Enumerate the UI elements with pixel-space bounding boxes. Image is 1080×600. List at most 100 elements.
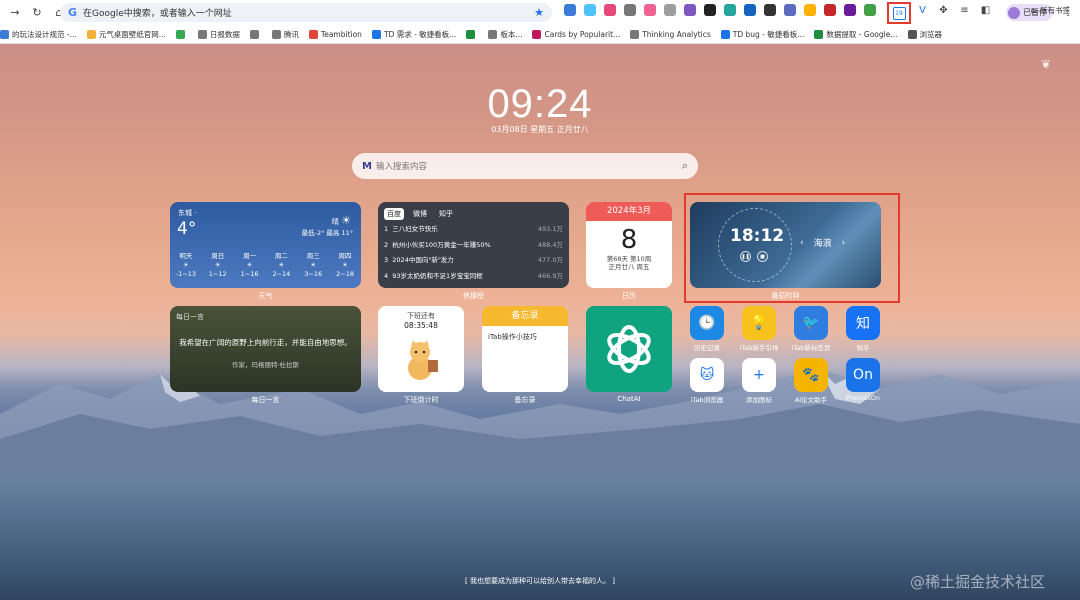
bookmark-item[interactable]: [249, 29, 262, 39]
search-icon[interactable]: ⌕: [682, 159, 688, 173]
extension-icon[interactable]: [824, 4, 836, 16]
tomato-clock-caption: 番茄时钟: [771, 292, 800, 300]
extension-icon[interactable]: [684, 4, 696, 16]
bookmark-item[interactable]: 的玩法设计规范 -...: [0, 29, 77, 40]
hot-tab[interactable]: 百度: [384, 208, 404, 220]
chatai-widget[interactable]: [586, 306, 672, 392]
bookmark-item[interactable]: [466, 29, 478, 39]
app-itab-guide[interactable]: 💡: [742, 306, 776, 340]
bookmark-item[interactable]: Thinking Analytics: [630, 29, 711, 39]
bookmark-item[interactable]: 浏览器: [907, 29, 942, 40]
offwork-line1: 下班还有: [407, 312, 435, 320]
bookmark-item[interactable]: TD bug - 敏捷看板...: [720, 29, 804, 40]
bookmarks-bar: 的玩法设计规范 -... 元气桌面壁纸官网... 日报数据 腾讯 Teambition T…: [0, 25, 1080, 44]
calendar-lunar: 正月廿八 周五: [608, 263, 650, 271]
bookmark-icon: [249, 29, 259, 39]
main-date: 03月08日 星期五 正月廿八: [491, 125, 589, 134]
calendar-widget[interactable]: 2024年3月 8 第68天 第10周 正月廿八 周五: [586, 202, 672, 288]
extension-icon[interactable]: [764, 4, 776, 16]
weather-widget[interactable]: 东城 · 4° 晴 ☀ 最低-2° 最高 11° 明天 ☀ -1~13 周日 ☀ 1~12…: [170, 202, 361, 288]
right-tools: V ✥ ≡ ◧: [912, 4, 996, 17]
openai-icon: [607, 325, 651, 373]
calendar-caption: 日历: [622, 292, 636, 300]
hot-item[interactable]: 2 杭州小伙买100万黄金一年赚50% 488.4万: [384, 238, 563, 254]
hot-tab[interactable]: 知乎: [436, 208, 456, 220]
extension-icon[interactable]: [644, 4, 656, 16]
hot-item[interactable]: 3 2024中国向"新"发力 477.0万: [384, 253, 563, 269]
extension-icon[interactable]: [844, 4, 856, 16]
memo-widget[interactable]: 备忘录 iTab操作小技巧: [482, 306, 568, 392]
extension-icon[interactable]: [584, 4, 596, 16]
app-zhihu[interactable]: 知: [846, 306, 880, 340]
app-history[interactable]: 🕒: [690, 306, 724, 340]
hot-item[interactable]: 4 93岁太奶奶和不足1岁宝宝同框 466.9万: [384, 269, 563, 285]
all-bookmarks-button[interactable]: ▭ 所有书签: [1031, 5, 1070, 16]
forecast-day: 周日 ☀ 1~12: [208, 252, 227, 278]
extension-icon[interactable]: [604, 4, 616, 16]
calendar-week: 第68天 第10周: [606, 255, 652, 263]
app-label: AI论文助手: [794, 396, 828, 404]
bookmark-item[interactable]: [175, 29, 188, 39]
bookmark-icon: [371, 29, 381, 39]
search-input[interactable]: 输入搜索内容: [376, 160, 682, 172]
extension-icon[interactable]: [664, 4, 676, 16]
address-bar[interactable]: G 在Google中搜索，或者输入一个网址 ★: [60, 3, 552, 22]
app-itab-newtab[interactable]: 🐦: [794, 306, 828, 340]
extension-icon[interactable]: [564, 4, 576, 16]
sun-icon: ☀: [310, 261, 317, 269]
daily-quote-caption: 每日一言: [251, 396, 280, 404]
bookmark-item[interactable]: 板本...: [488, 29, 522, 40]
hot-tabs: 百度 微博 知乎: [384, 208, 462, 220]
vue-devtools-icon[interactable]: V: [916, 4, 929, 17]
reload-icon[interactable]: ↻: [30, 6, 44, 20]
forecast-day: 周三 ☀ 3~16: [304, 252, 323, 278]
daily-quote-widget[interactable]: 每日一言 我希望在广阔的原野上向前行走，并能自由地思想。 作家，玛格丽特·杜拉斯: [170, 306, 361, 392]
hot-list: 1 三八妇女节快乐 493.1万 2 杭州小伙买100万黄金一年赚50% 488.4万…: [384, 222, 563, 284]
extension-icon[interactable]: [724, 4, 736, 16]
sun-icon: ☀: [342, 261, 348, 269]
extension-icon[interactable]: [744, 4, 756, 16]
bookmark-icon: [630, 29, 640, 39]
calendar-extension-button[interactable]: 19: [887, 2, 911, 24]
hot-tab[interactable]: 微博: [410, 208, 430, 220]
extension-icon[interactable]: [624, 4, 636, 16]
extension-icon[interactable]: [864, 4, 876, 16]
side-panel-icon[interactable]: ◧: [979, 4, 992, 17]
search-engine-icon[interactable]: M: [362, 161, 372, 172]
history-icon: 🕒: [698, 315, 716, 331]
app-add-icon[interactable]: +: [742, 358, 776, 392]
app-processon[interactable]: On: [846, 358, 880, 392]
hot-item[interactable]: 1 三八妇女节快乐 493.1万: [384, 222, 563, 238]
bookmark-icon: [197, 29, 207, 39]
hot-search-widget[interactable]: 百度 微博 知乎 1 三八妇女节快乐 493.1万 2 杭州小伙买100万黄金一年赚50…: [378, 202, 569, 288]
bookmark-star-icon[interactable]: ★: [534, 6, 544, 19]
app-itab-browser[interactable]: 🐱: [690, 358, 724, 392]
bookmark-item[interactable]: TD 需求 - 敏捷看板...: [371, 29, 456, 40]
extension-icon[interactable]: [804, 4, 816, 16]
offwork-countdown-widget[interactable]: 下班还有 08:35:48: [378, 306, 464, 392]
avatar: [1008, 6, 1020, 19]
extension-icon[interactable]: [704, 4, 716, 16]
bookmark-item[interactable]: 元气桌面壁纸官网...: [86, 29, 166, 40]
puzzle-icon[interactable]: ✥: [937, 4, 950, 17]
leaf-icon[interactable]: ❦: [1041, 57, 1055, 71]
media-control-icon[interactable]: ≡: [958, 4, 971, 17]
daily-quote-author: 作家，玛格丽特·杜拉斯: [231, 361, 300, 369]
bookmark-item[interactable]: Teambition: [308, 29, 362, 39]
weather-temp: 4°: [177, 219, 197, 239]
daily-quote-text: 我希望在广阔的原野上向前行走，并能自由地思想。: [179, 338, 352, 347]
bookmark-item[interactable]: 日报数据: [197, 29, 240, 40]
cat-illustration: [408, 340, 438, 380]
search-box[interactable]: M 输入搜索内容 ⌕: [352, 153, 698, 179]
highlight-box: [684, 193, 900, 303]
bookmark-item[interactable]: 腾讯: [271, 29, 299, 40]
app-ai-writer[interactable]: 🐾: [794, 358, 828, 392]
hot-caption: 热搜榜: [463, 292, 484, 300]
forecast-day: 周一 ☀ 1~16: [240, 252, 259, 278]
bookmark-item[interactable]: Cards by Popularit...: [532, 29, 620, 39]
forward-icon[interactable]: →: [8, 6, 22, 20]
sun-icon: ☀: [278, 261, 285, 269]
bookmark-item[interactable]: 数据提取 - Google...: [814, 29, 898, 40]
bookmark-icon: [907, 29, 917, 39]
extension-icon[interactable]: [784, 4, 796, 16]
